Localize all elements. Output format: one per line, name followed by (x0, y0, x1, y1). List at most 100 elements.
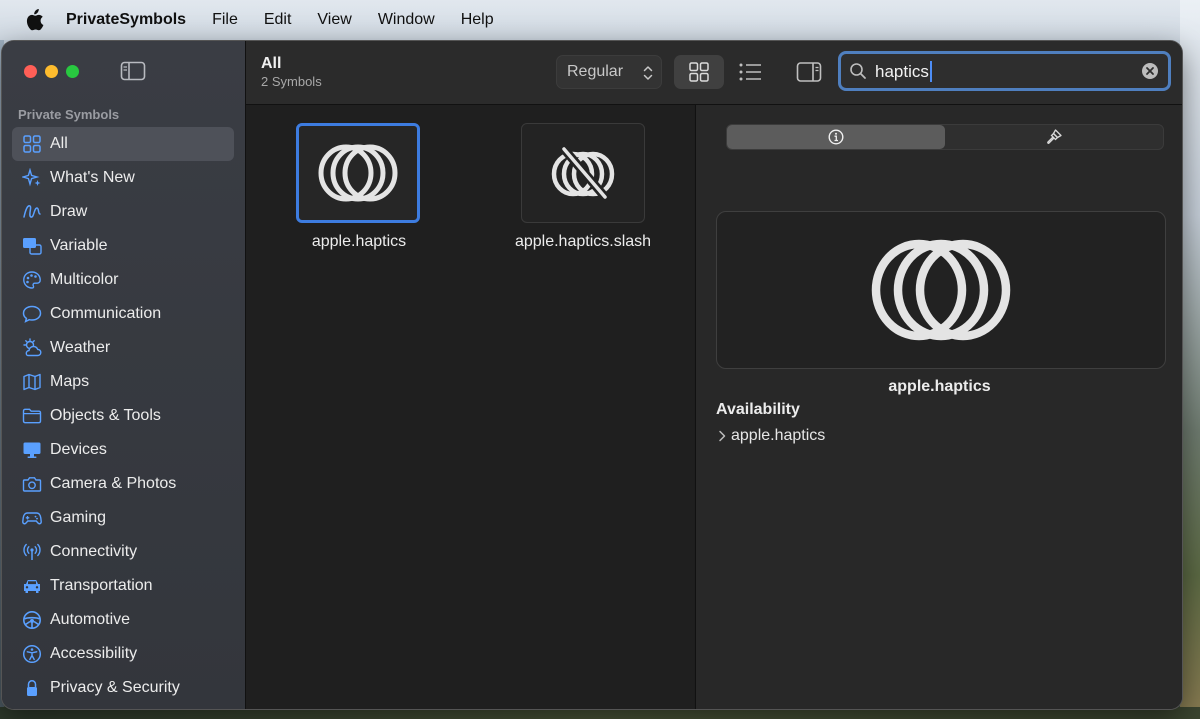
sidebar-item-all[interactable]: All (12, 127, 234, 161)
display-icon (22, 440, 42, 460)
search-input[interactable] (873, 59, 1137, 85)
menu-edit[interactable]: Edit (264, 11, 292, 29)
apple-haptics-icon (318, 144, 398, 202)
symbol-tile-apple-haptics-slash[interactable] (521, 123, 645, 223)
sidebar-item-weather[interactable]: Weather (12, 331, 234, 365)
apple-haptics-large-icon (871, 239, 1011, 341)
sidebar-item-objects-tools[interactable]: Objects & Tools (12, 399, 234, 433)
sidebar-item-label: Devices (50, 441, 107, 458)
scribble-icon (22, 202, 42, 222)
antenna-icon (22, 542, 42, 562)
sidebar-item-automotive[interactable]: Automotive (12, 603, 234, 637)
sidebar-item-label: Privacy & Security (50, 679, 180, 696)
steering-wheel-icon (22, 610, 42, 630)
sidebar-item-maps[interactable]: Maps (12, 365, 234, 399)
sidebar-item-label: Weather (50, 339, 111, 356)
inspector-segmented-control (726, 124, 1164, 150)
page-title: All (261, 55, 282, 72)
info-tab[interactable] (727, 125, 945, 149)
cloud-sun-icon (22, 338, 42, 358)
sidebar-item-label: Accessibility (50, 645, 138, 662)
map-icon (22, 372, 42, 392)
inspector-panel: apple.haptics Availability apple.haptics (695, 105, 1182, 709)
chevron-up-down-icon (643, 66, 653, 80)
app-window: Private Symbols All What's New Draw Vari… (2, 41, 1182, 709)
weight-select[interactable]: Regular (556, 55, 662, 89)
sidebar-item-accessibility[interactable]: Accessibility (12, 637, 234, 671)
grid-view-button[interactable] (674, 55, 724, 89)
grid-icon (22, 134, 42, 154)
menu-view[interactable]: View (317, 11, 351, 29)
sidebar-item-label: Communication (50, 305, 162, 322)
symbol-grid: apple.haptics apple.haptics.slash (246, 105, 694, 709)
sidebar-item-label: Maps (50, 373, 90, 390)
lock-icon (22, 678, 42, 698)
toolbar: All 2 Symbols Regular (246, 41, 1182, 105)
desktop-wallpaper (1180, 0, 1200, 719)
sidebar-item-communication[interactable]: Communication (12, 297, 234, 331)
sidebar-item-connectivity[interactable]: Connectivity (12, 535, 234, 569)
list-view-icon[interactable] (738, 61, 762, 83)
menu-window[interactable]: Window (378, 11, 435, 29)
zoom-window-button[interactable] (66, 65, 79, 78)
menu-file[interactable]: File (212, 11, 238, 29)
symbol-tile-apple-haptics[interactable] (296, 123, 420, 223)
sidebar-toggle-icon[interactable] (120, 61, 146, 81)
symbol-label: apple.haptics.slash (514, 233, 652, 250)
menu-app-name[interactable]: PrivateSymbols (66, 11, 186, 29)
chevron-right-icon[interactable] (716, 429, 728, 443)
message-bubble-icon (22, 304, 42, 324)
grid-view-icon (689, 62, 709, 82)
paintbrush-icon (1047, 129, 1062, 144)
apple-haptics-slash-icon (551, 146, 615, 200)
menu-help[interactable]: Help (461, 11, 494, 29)
text-caret (930, 61, 932, 82)
folder-icon (22, 406, 42, 426)
sidebar-item-draw[interactable]: Draw (12, 195, 234, 229)
sidebar-item-variable[interactable]: Variable (12, 229, 234, 263)
close-window-button[interactable] (24, 65, 37, 78)
sidebar-item-label: Multicolor (50, 271, 119, 288)
variable-icon (22, 236, 42, 256)
sidebar-item-camera-photos[interactable]: Camera & Photos (12, 467, 234, 501)
sidebar: Private Symbols All What's New Draw Vari… (2, 41, 246, 709)
sidebar-item-multicolor[interactable]: Multicolor (12, 263, 234, 297)
sidebar-item-transportation[interactable]: Transportation (12, 569, 234, 603)
availability-heading: Availability (716, 401, 800, 418)
sidebar-item-label: Automotive (50, 611, 131, 628)
sidebar-item-whats-new[interactable]: What's New (12, 161, 234, 195)
car-icon (22, 576, 42, 596)
sparkles-icon (22, 168, 42, 188)
symbol-count: 2 Symbols (261, 74, 322, 89)
gamecontroller-icon (22, 508, 42, 528)
search-icon (850, 63, 866, 79)
menu-bar: PrivateSymbols File Edit View Window Hel… (0, 0, 1200, 40)
sidebar-item-label: Draw (50, 203, 88, 220)
sidebar-item-label: All (50, 135, 68, 152)
sidebar-item-gaming[interactable]: Gaming (12, 501, 234, 535)
availability-row[interactable]: apple.haptics (716, 427, 825, 445)
apple-logo-icon[interactable] (24, 9, 44, 31)
search-field[interactable] (838, 51, 1171, 91)
minimize-window-button[interactable] (45, 65, 58, 78)
sidebar-item-label: Gaming (50, 509, 107, 526)
inspector-toggle-icon[interactable] (796, 61, 822, 83)
selected-symbol-name: apple.haptics (888, 378, 991, 395)
palette-icon (22, 270, 42, 290)
symbol-label: apple.haptics (311, 233, 407, 250)
window-controls (24, 65, 79, 78)
sidebar-item-label: Camera & Photos (50, 475, 177, 492)
clear-search-icon[interactable] (1141, 62, 1159, 80)
sidebar-item-privacy-security[interactable]: Privacy & Security (12, 671, 234, 705)
customize-tab[interactable] (945, 125, 1163, 149)
accessibility-icon (22, 644, 42, 664)
sidebar-list: All What's New Draw Variable Multicolor … (12, 127, 234, 705)
availability-item-label: apple.haptics (731, 427, 826, 444)
sidebar-heading: Private Symbols (18, 107, 120, 122)
sidebar-item-label: Variable (50, 237, 108, 254)
weight-select-value: Regular (567, 63, 624, 80)
camera-icon (22, 474, 42, 494)
info-icon (828, 129, 844, 145)
sidebar-item-devices[interactable]: Devices (12, 433, 234, 467)
sidebar-item-label: Connectivity (50, 543, 138, 560)
